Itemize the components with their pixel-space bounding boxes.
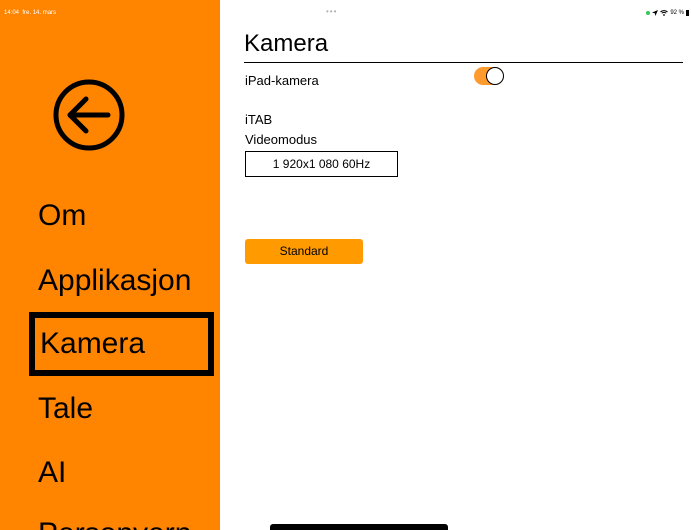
page-title: Kamera [244, 30, 329, 57]
home-indicator[interactable] [270, 524, 448, 530]
location-icon [652, 10, 659, 16]
status-date: fre. 14. mars [22, 10, 57, 16]
default-button[interactable]: Standard [245, 239, 363, 264]
sidebar-item-tale[interactable]: Tale [38, 391, 93, 427]
status-time-value: 14:04 [4, 10, 20, 16]
device-label: iTAB [245, 112, 273, 127]
battery-percent: 92 % [670, 10, 684, 16]
title-divider [244, 62, 683, 63]
video-mode-select[interactable]: 1 920x1 080 60Hz [245, 151, 398, 177]
video-mode-label: Videomodus [245, 132, 318, 147]
status-indicators: 92 % [646, 10, 689, 16]
camera-in-use-indicator [646, 11, 651, 15]
sidebar-item-om[interactable]: Om [38, 198, 86, 234]
arrow-left-circle-icon [53, 79, 125, 151]
multitasking-dots[interactable]: ••• [326, 7, 337, 16]
battery-icon [686, 10, 689, 16]
sidebar-item-ai[interactable]: AI [38, 455, 66, 491]
sidebar-item-kamera[interactable]: Kamera [29, 312, 214, 376]
ipad-camera-toggle[interactable] [474, 67, 504, 85]
status-time: 14:04 fre. 14. mars [4, 10, 56, 16]
sidebar-item-personvern[interactable]: Personvern [38, 516, 191, 530]
sidebar-item-applikasjon[interactable]: Applikasjon [38, 263, 191, 299]
sidebar: Om Applikasjon Kamera Tale AI Personvern [0, 0, 220, 530]
back-button[interactable] [52, 78, 126, 152]
wifi-icon [660, 10, 669, 16]
screen: Om Applikasjon Kamera Tale AI Personvern… [0, 0, 691, 530]
ipad-camera-label: iPad-kamera [245, 73, 319, 88]
toggle-knob [486, 67, 504, 85]
